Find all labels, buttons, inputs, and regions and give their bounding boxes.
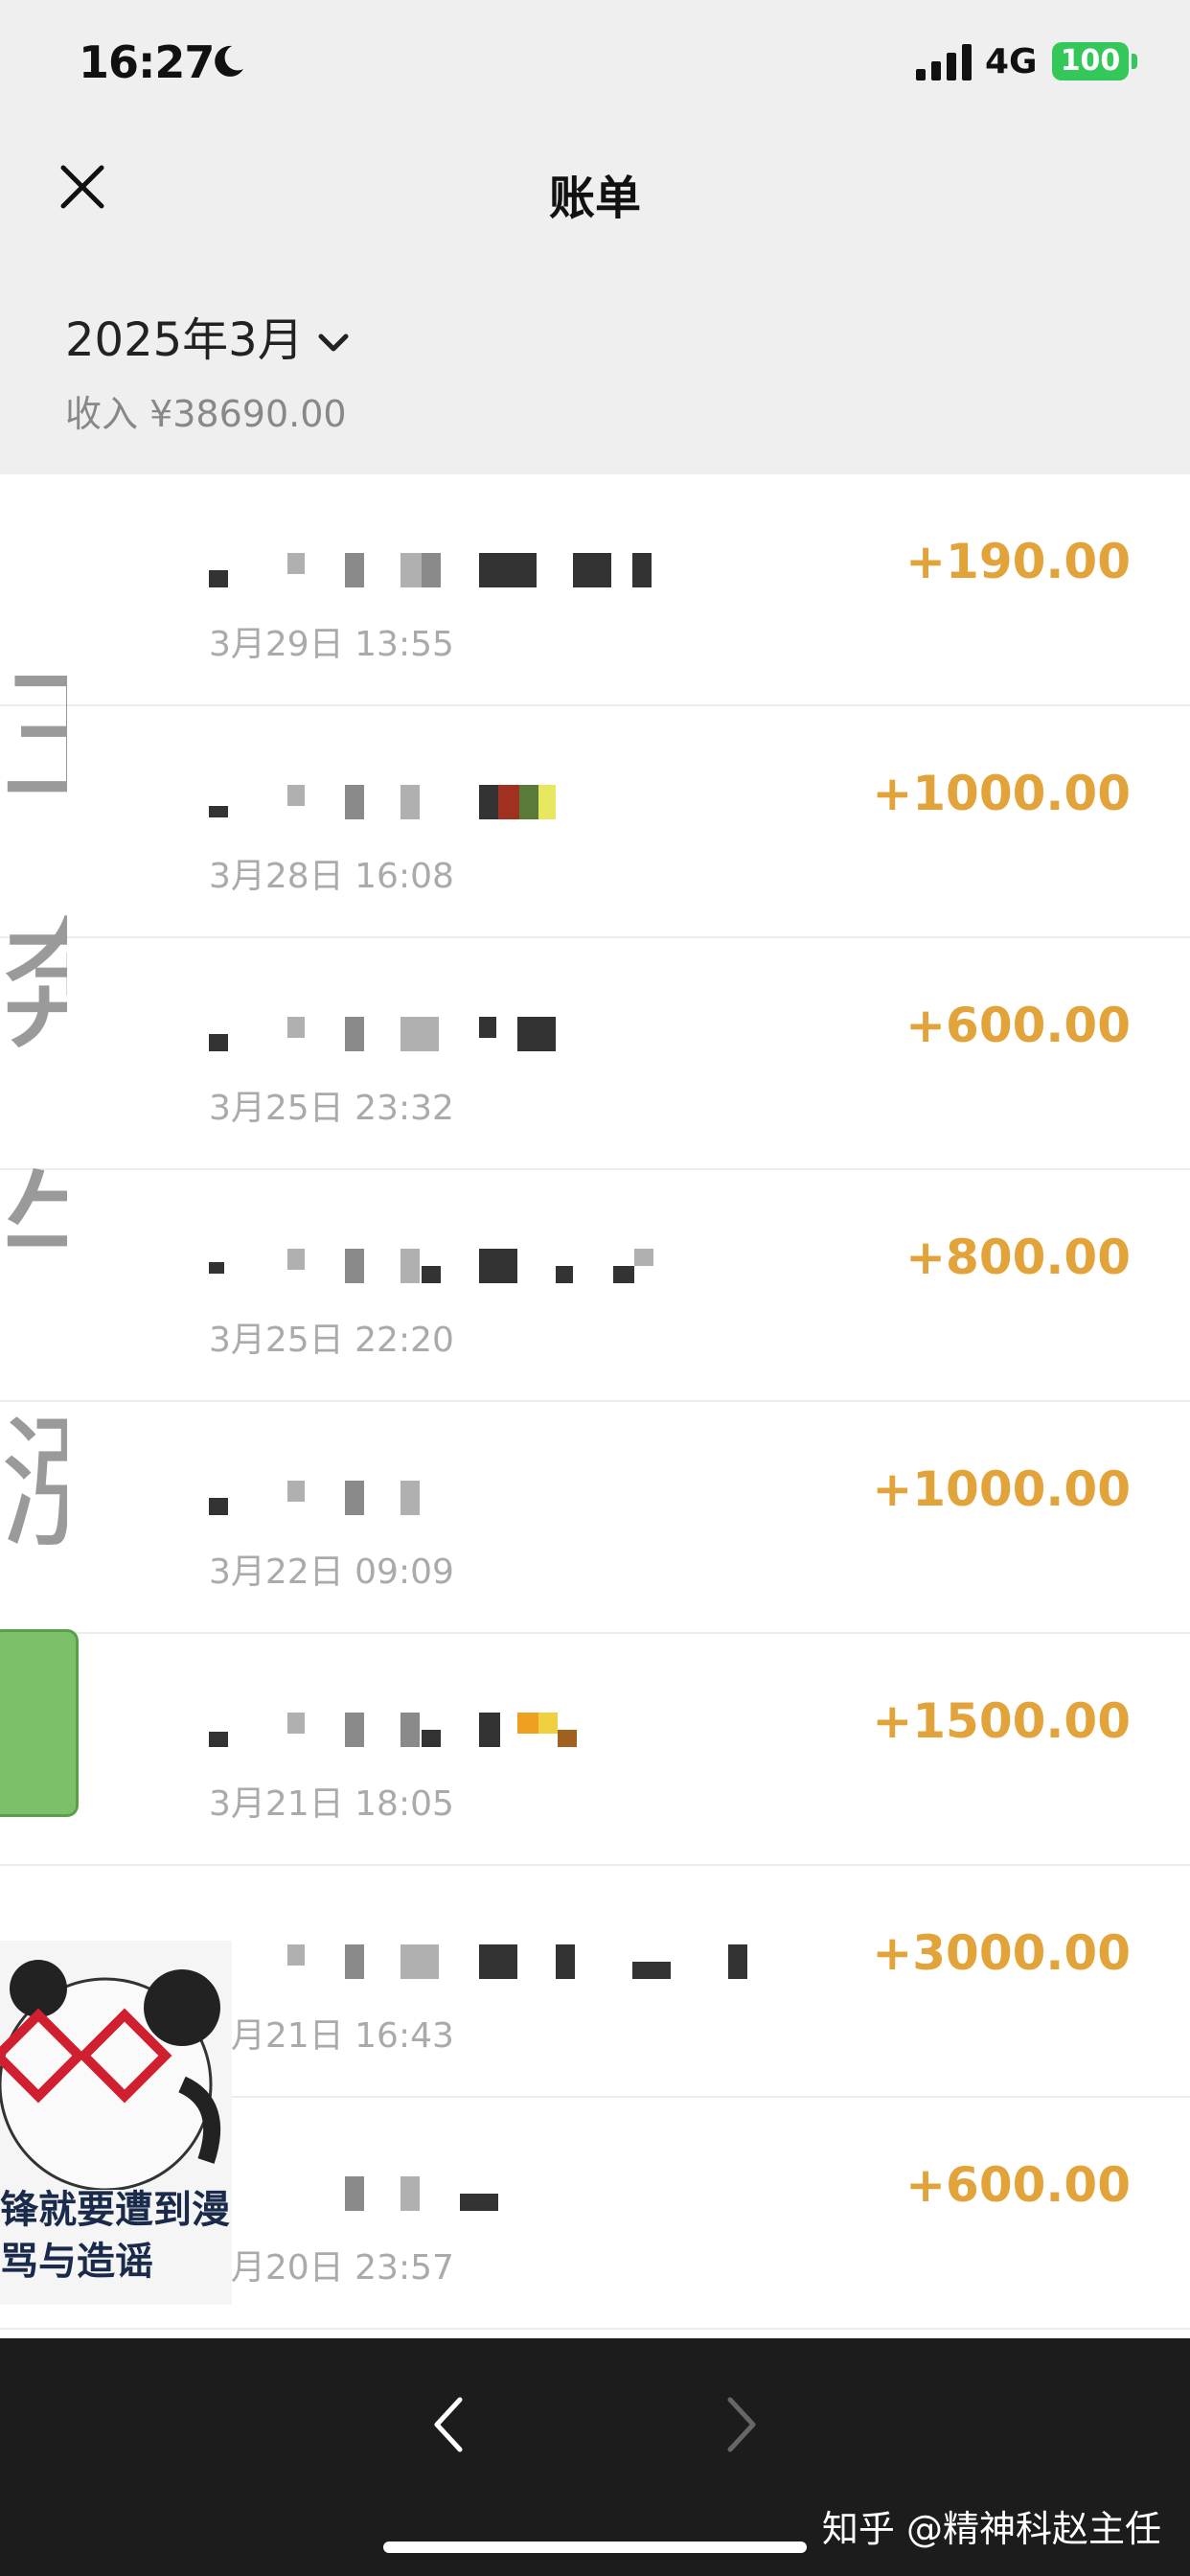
transaction-row[interactable]: 3月25日 22:20 +800.00 [0,1170,1190,1402]
chevron-down-icon [318,334,349,352]
transaction-amount: +1000.00 [872,1461,1131,1517]
overlay-vertical-text: 王奔牛涨斗工 [0,613,67,1629]
transaction-row[interactable]: 3月29日 13:55 +190.00 [0,474,1190,706]
payer-name-mosaic [209,785,659,823]
transaction-amount: +1500.00 [872,1693,1131,1749]
payer-name-mosaic [209,1944,747,1983]
signal-icon [916,44,972,80]
green-badge-icon [0,1629,79,1817]
home-indicator [383,2542,807,2553]
status-time: 16:27 [79,36,215,88]
transaction-date: 3月25日 23:32 [209,1089,454,1128]
transaction-row[interactable]: 3月21日 18:05 +1500.00 [0,1634,1190,1866]
battery-tip [1132,54,1137,69]
watermark: 知乎 @精神科赵主任 [821,2508,1161,2550]
transaction-amount: +800.00 [905,1230,1131,1285]
transaction-row[interactable]: 3月25日 23:32 +600.00 [0,938,1190,1170]
panda-face-icon [0,1960,221,2192]
back-arrow-icon[interactable] [422,2386,479,2463]
forward-arrow-icon[interactable] [711,2386,768,2463]
income-total: 收入 ¥38690.00 [65,393,347,435]
transaction-row[interactable]: 3月28日 16:08 +1000.00 [0,706,1190,938]
month-label: 2025年3月 [65,313,304,367]
transaction-amount: +600.00 [905,998,1131,1053]
transaction-date: 3月25日 22:20 [209,1321,454,1360]
transaction-amount: +190.00 [905,534,1131,589]
payer-name-mosaic [209,1017,659,1055]
payer-name-mosaic [209,553,659,591]
transaction-date: 3月21日 18:05 [209,1784,454,1824]
transaction-date: 3月29日 13:55 [209,625,454,664]
transaction-amount: +1000.00 [872,766,1131,821]
transaction-date: 3月20日 23:57 [209,2248,454,2288]
moon-icon [215,45,243,77]
transaction-date: 3月28日 16:08 [209,857,454,896]
payer-name-mosaic [209,1481,659,1519]
bottom-toolbar: 知乎 @精神科赵主任 [0,2338,1190,2576]
sticker-caption: 锋就要遭到漫骂与造谣 [0,2188,230,2284]
page-title: 账单 [548,172,641,225]
transaction-date: 3月22日 09:09 [209,1552,454,1592]
network-type: 4G [985,42,1038,81]
nav-bar: 账单 [0,129,1190,252]
battery-icon: 100 [1052,42,1129,80]
transaction-date: 3月21日 16:43 [209,2016,454,2056]
status-bar: 16:27 4G 100 [0,0,1190,129]
transaction-amount: +600.00 [905,2157,1131,2213]
transaction-row[interactable]: 3月22日 09:09 +1000.00 [0,1402,1190,1634]
panda-meme-sticker: 锋就要遭到漫骂与造谣 [0,1941,232,2305]
payer-name-mosaic [209,1249,659,1287]
payer-name-mosaic [209,1713,659,1751]
payer-name-mosaic [209,2176,659,2215]
transaction-amount: +3000.00 [872,1925,1131,1981]
bill-summary: 2025年3月 收入 ¥38690.00 [0,252,1190,474]
month-selector[interactable]: 2025年3月 [65,302,350,369]
